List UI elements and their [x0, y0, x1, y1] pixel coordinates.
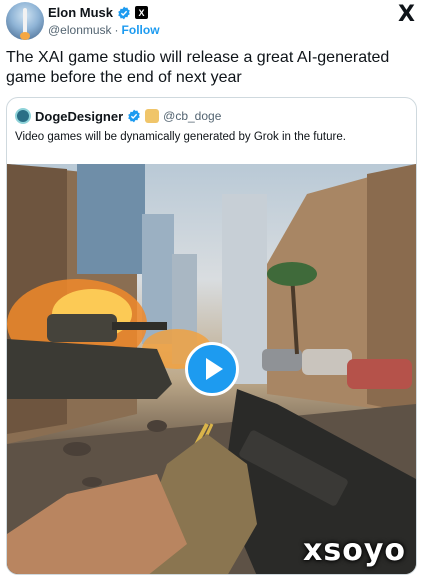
separator-dot: ·: [114, 23, 119, 37]
affiliate-badge-icon: [145, 109, 160, 123]
tank-turret: [47, 314, 117, 342]
author-handle[interactable]: @elonmusk: [48, 23, 112, 37]
car: [302, 349, 352, 375]
watermark: xsoyo: [303, 533, 406, 568]
follow-button[interactable]: Follow: [122, 23, 160, 37]
video-thumbnail[interactable]: xsoyo: [7, 164, 416, 574]
x-logo-icon[interactable]: X: [398, 2, 415, 27]
quote-text: Video games will be dynamically generate…: [15, 131, 346, 143]
author-name[interactable]: Elon Musk: [48, 5, 113, 20]
author-name-row: Elon Musk X: [48, 5, 149, 20]
quote-header: DogeDesigner @cb_doge: [15, 108, 221, 124]
x-affiliation-icon: X: [135, 6, 149, 19]
quote-author-handle[interactable]: @cb_doge: [163, 109, 221, 123]
rocket-icon: [23, 8, 27, 34]
quote-avatar[interactable]: [15, 108, 31, 124]
play-button[interactable]: [185, 342, 239, 396]
tower-left: [77, 164, 145, 274]
play-icon: [206, 358, 223, 380]
quote-author-name[interactable]: DogeDesigner: [35, 109, 123, 124]
verified-badge-icon: [118, 6, 130, 19]
car: [347, 359, 412, 389]
flame-icon: [20, 32, 30, 40]
verified-badge-icon: [128, 109, 140, 123]
tweet-header: Elon Musk X @elonmusk · Follow X: [6, 2, 417, 42]
debris: [63, 442, 91, 456]
palm-leaves: [267, 262, 317, 286]
debris: [82, 477, 102, 487]
quoted-tweet[interactable]: DogeDesigner @cb_doge Video games will b…: [6, 97, 417, 575]
tweet-text: The XAI game studio will release a great…: [6, 49, 390, 86]
author-avatar[interactable]: [6, 2, 44, 40]
debris: [147, 420, 167, 432]
tank-gun: [112, 322, 167, 330]
author-handle-row: @elonmusk · Follow: [48, 23, 160, 37]
